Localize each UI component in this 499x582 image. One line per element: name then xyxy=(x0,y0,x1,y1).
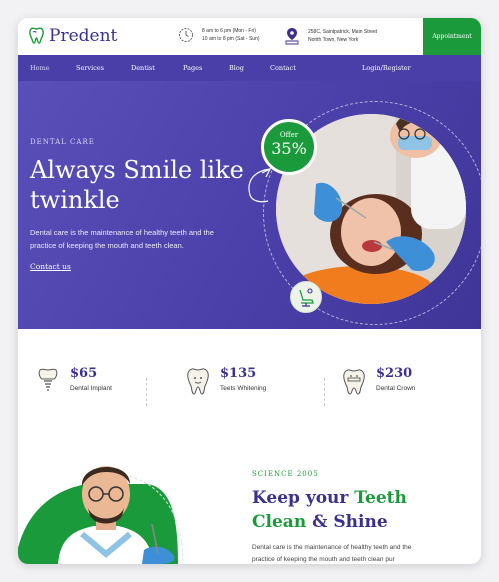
nav-item-contact[interactable]: Contact xyxy=(270,64,296,72)
about-title-part1: Keep your xyxy=(252,488,355,508)
address-line-2: Norith Town, New York xyxy=(308,37,359,43)
about-title-part2: Teeth xyxy=(354,488,407,508)
implant-icon xyxy=(38,368,58,391)
service-price: $65 xyxy=(70,366,98,381)
service-dental-implant[interactable]: $65 Dental Implant xyxy=(34,366,112,396)
hours-weekend: 10 am to 8 pm (Sat - Sun) xyxy=(202,36,260,42)
about-tag: SCIENCE 2005 xyxy=(252,470,319,478)
service-name: Dental Implant xyxy=(70,385,112,392)
about-description: Dental care is the maintenance of health… xyxy=(252,544,412,563)
page-frame: Predent 8 am to 6 pm (Mon - Fri) 10 am t… xyxy=(18,18,481,564)
service-name: Dental Crown xyxy=(376,385,416,392)
hero-description: Dental care is the maintenance of health… xyxy=(30,228,214,250)
location-icon xyxy=(285,28,299,45)
main-nav: Home Services Dentist Pages Blog Contact… xyxy=(18,55,481,81)
doctor-photo xyxy=(18,438,218,564)
logo[interactable]: Predent xyxy=(28,26,117,46)
services-strip: $65 Dental Implant $135 Teets Whitening xyxy=(18,366,481,416)
hero-section: DENTAL CARE Always Smile like twinkle De… xyxy=(18,81,481,329)
address: 258C, Saintpatrick, Main Street Norith T… xyxy=(284,27,377,45)
about-title-part3: Clean xyxy=(252,512,307,532)
nav-item-dentist[interactable]: Dentist xyxy=(131,64,155,72)
nav-item-home[interactable]: Home xyxy=(30,64,50,72)
doctor-illustration xyxy=(18,466,184,564)
brand-name: Predent xyxy=(49,26,118,46)
dental-chair-badge xyxy=(290,281,322,313)
offer-label: Offer xyxy=(279,131,299,139)
top-bar: Predent 8 am to 6 pm (Mon - Fri) 10 am t… xyxy=(18,18,481,55)
divider xyxy=(146,378,147,406)
login-register-link[interactable]: Login/Register xyxy=(362,64,411,72)
nav-item-pages[interactable]: Pages xyxy=(183,64,202,72)
service-price: $135 xyxy=(220,366,257,381)
clock-icon xyxy=(179,28,193,42)
offer-value: 35% xyxy=(271,139,307,158)
appointment-button[interactable]: Appointment xyxy=(423,18,481,55)
service-name: Teets Whitening xyxy=(220,385,267,392)
service-dental-crown[interactable]: $230 Dental Crown xyxy=(340,366,415,396)
tooth-logo-icon xyxy=(29,27,44,44)
divider xyxy=(324,378,325,406)
address-line-1: 258C, Saintpatrick, Main Street xyxy=(308,29,378,35)
nav-item-services[interactable]: Services xyxy=(76,64,104,72)
about-title-part5: Shine xyxy=(333,512,388,532)
service-teeth-whitening[interactable]: $135 Teets Whitening xyxy=(184,366,266,396)
dental-crown-icon xyxy=(343,369,365,395)
service-price: $230 xyxy=(376,366,413,381)
hero-title: Always Smile like twinkle xyxy=(30,156,244,214)
contact-us-link[interactable]: Contact us xyxy=(30,262,71,271)
nav-item-blog[interactable]: Blog xyxy=(229,64,244,72)
about-title-part4: & xyxy=(306,512,334,532)
opening-hours: 8 am to 6 pm (Mon - Fri) 10 am to 8 pm (… xyxy=(178,27,260,43)
dental-chair-icon xyxy=(299,288,314,307)
about-title: Keep your Teeth Clean & Shine xyxy=(252,486,472,534)
hours-weekday: 8 am to 6 pm (Mon - Fri) xyxy=(202,28,256,34)
tooth-whitening-icon xyxy=(187,368,209,395)
offer-badge: Offer 35% xyxy=(261,119,317,175)
hero-tag: DENTAL CARE xyxy=(30,138,95,146)
